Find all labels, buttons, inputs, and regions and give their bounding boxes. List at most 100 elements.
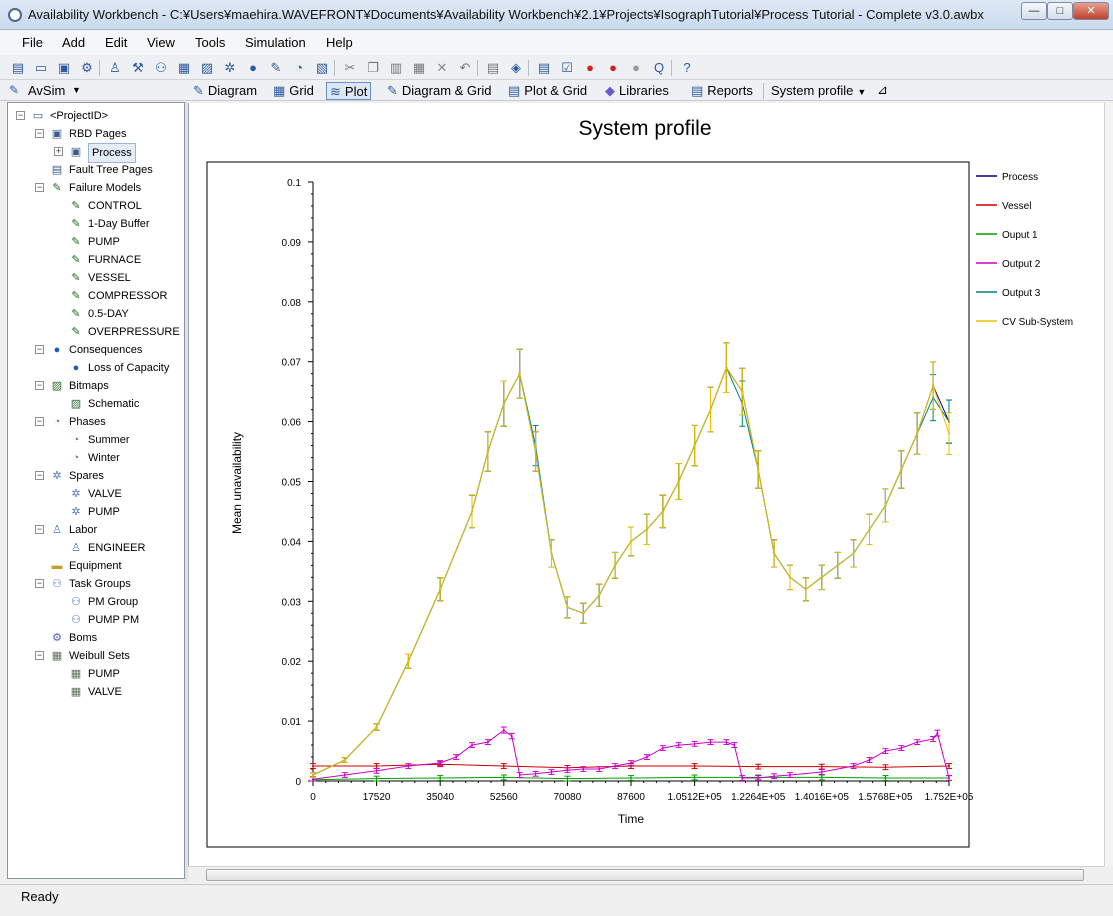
traffic-light-icon[interactable]: ● [582,60,598,76]
query-icon[interactable]: Q [651,60,667,76]
tree-item[interactable]: ◔ Summer [8,431,184,449]
collapse-icon[interactable]: − [35,579,44,588]
simulate-icon[interactable]: ◈ [508,60,524,76]
traffic-light-icon[interactable]: ● [605,60,621,76]
tree-item[interactable]: − ♙ Labor [8,521,184,539]
menu-simulation[interactable]: Simulation [245,35,306,50]
tree-item[interactable]: ✎ 1-Day Buffer [8,215,184,233]
traffic-light-off-icon[interactable]: ● [628,60,644,76]
collapse-icon[interactable]: − [35,525,44,534]
maximize-button[interactable]: □ [1047,2,1073,20]
menu-edit[interactable]: Edit [105,35,127,50]
chevron-down-icon[interactable]: ▼ [857,87,866,97]
tools-icon[interactable]: ⚒ [130,60,146,76]
tree-item[interactable]: − ▭ <ProjectID> [8,107,184,125]
model-icon[interactable]: ✎ [268,60,284,76]
tree-item[interactable]: − ▣ RBD Pages [8,125,184,143]
image-icon[interactable]: ▧ [314,60,330,76]
menu-view[interactable]: View [147,35,175,50]
tree-item[interactable]: ● Loss of Capacity [8,359,184,377]
paste-special-icon[interactable]: ▦ [411,60,427,76]
new-icon[interactable]: ▤ [10,60,26,76]
axis-settings-icon[interactable]: ⊿ [877,82,888,98]
tab-plot[interactable]: ≋ Plot [326,82,372,100]
person-icon[interactable]: ♙ [107,60,123,76]
tree-item[interactable]: + ▣ Process [8,143,184,163]
menu-add[interactable]: Add [62,35,85,50]
collapse-icon[interactable]: − [16,111,25,120]
weibull-icon[interactable]: ▦ [176,60,192,76]
tree-item[interactable]: ✎ 0.5-DAY [8,305,184,323]
menu-help[interactable]: Help [326,35,353,50]
collapse-icon[interactable]: − [35,417,44,426]
tree-item[interactable]: ▤ Fault Tree Pages [8,161,184,179]
tree-item[interactable]: − ✎ Failure Models [8,179,184,197]
group-icon[interactable]: ⚇ [153,60,169,76]
cut-icon[interactable]: ✂ [342,60,358,76]
consequence-icon[interactable]: ● [245,60,261,76]
tree-item[interactable]: ⚇ PUMP PM [8,611,184,629]
tree-item[interactable]: ▦ VALVE [8,683,184,701]
tree-item[interactable]: − ⚇ Task Groups [8,575,184,593]
tree-item[interactable]: − ✲ Spares [8,467,184,485]
report-icon[interactable]: ▤ [536,60,552,76]
save-icon[interactable]: ▣ [56,60,72,76]
spares-icon[interactable]: ✲ [222,60,238,76]
tree-item[interactable]: ✎ PUMP [8,233,184,251]
tab-plot-grid[interactable]: ▤ Plot & Grid [505,82,590,100]
tab-libraries[interactable]: ◆ Libraries [602,82,672,100]
tree-item[interactable]: − ◔ Phases [8,413,184,431]
chevron-down-icon[interactable]: ▼ [72,85,81,95]
minimize-button[interactable]: — [1021,2,1047,20]
bitmap-icon[interactable]: ▨ [199,60,215,76]
menu-file[interactable]: File [22,35,43,50]
tab-system-profile[interactable]: System profile ▼ [768,82,869,100]
delete-icon[interactable]: ✕ [434,60,450,76]
collapse-icon[interactable]: − [35,471,44,480]
tree-item[interactable]: ✎ CONTROL [8,197,184,215]
tab-diagram[interactable]: ✎ Diagram [190,82,260,100]
tree-item[interactable]: ♙ ENGINEER [8,539,184,557]
tree-item[interactable]: − ● Consequences [8,341,184,359]
scroll-thumb[interactable] [206,869,1084,881]
open-icon[interactable]: ▭ [33,60,49,76]
help-icon[interactable]: ? [679,60,695,76]
title-bar: Availability Workbench - C:¥Users¥maehir… [0,0,1113,30]
tree-item[interactable]: ✲ PUMP [8,503,184,521]
tree-item[interactable]: ⚇ PM Group [8,593,184,611]
avsim-dropdown[interactable]: AvSim [28,83,65,98]
tree-item[interactable]: ▬ Equipment [8,557,184,575]
tree-item[interactable]: ✎ OVERPRESSURE [8,323,184,341]
collapse-icon[interactable]: − [35,183,44,192]
tree-item[interactable]: ✎ VESSEL [8,269,184,287]
copy-icon[interactable]: ❐ [365,60,381,76]
vertical-scrollbar[interactable] [1104,103,1113,866]
tree-item[interactable]: ⚙ Boms [8,629,184,647]
tree-item[interactable]: ✎ COMPRESSOR [8,287,184,305]
data-point [614,765,617,768]
tree-item[interactable]: ▦ PUMP [8,665,184,683]
tab-reports[interactable]: ▤ Reports [688,82,756,100]
close-button[interactable]: ✕ [1073,2,1109,20]
expand-icon[interactable]: + [54,147,63,156]
tab-grid[interactable]: ▦ Grid [270,82,317,100]
tree-item[interactable]: ▨ Schematic [8,395,184,413]
paste-icon[interactable]: ▥ [388,60,404,76]
horizontal-scrollbar[interactable] [188,866,1104,883]
settings-icon[interactable]: ⚙ [79,60,95,76]
undo-icon[interactable]: ↶ [457,60,473,76]
collapse-icon[interactable]: − [35,129,44,138]
collapse-icon[interactable]: − [35,651,44,660]
checklist-icon[interactable]: ☑ [559,60,575,76]
window-icon[interactable]: ▤ [485,60,501,76]
tree-item[interactable]: ✎ FURNACE [8,251,184,269]
tree-item[interactable]: − ▦ Weibull Sets [8,647,184,665]
phase-icon[interactable]: ◔ [291,60,307,76]
tab-diagram-grid[interactable]: ✎ Diagram & Grid [384,82,494,100]
tree-item[interactable]: ◔ Winter [8,449,184,467]
tree-item[interactable]: − ▨ Bitmaps [8,377,184,395]
tree-item[interactable]: ✲ VALVE [8,485,184,503]
collapse-icon[interactable]: − [35,381,44,390]
collapse-icon[interactable]: − [35,345,44,354]
menu-tools[interactable]: Tools [195,35,225,50]
